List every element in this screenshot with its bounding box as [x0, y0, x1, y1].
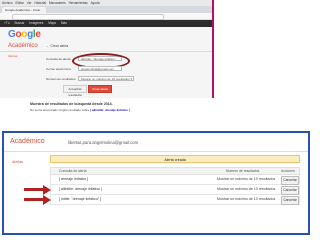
- pointer-arrow-shaft: [24, 198, 44, 201]
- create-alert-button[interactable]: Crear alerta: [88, 85, 112, 93]
- gbar-search[interactable]: Buscar: [14, 21, 24, 25]
- menu-view[interactable]: Ver: [27, 1, 32, 5]
- cancel-button[interactable]: Cancelar: [281, 176, 299, 185]
- cancel-button[interactable]: Cancelar: [281, 196, 299, 205]
- google-logo: Google: [8, 29, 41, 40]
- alert-count-text: Mostrar un máximo de 10 resultados: [217, 177, 276, 181]
- alert-created-message: Alerta creada: [50, 155, 300, 163]
- cancel-button[interactable]: Cancelar: [281, 186, 299, 195]
- page-title: Crear alerta: [50, 44, 69, 48]
- menu-file[interactable]: Archivo: [2, 1, 13, 5]
- gbar-plus-you[interactable]: +Tú: [4, 21, 10, 25]
- query-label: Consulta de alerta:: [46, 57, 72, 61]
- table-row: [ drenaje linfatico ] Mostrar un máximo …: [50, 175, 300, 185]
- menu-history[interactable]: Historial: [34, 1, 46, 5]
- arrow-left-icon: ←: [46, 44, 50, 48]
- menu-help[interactable]: Ayuda: [91, 1, 100, 5]
- count-label: Número de resultados:: [46, 77, 77, 81]
- academico-brand: Académico: [10, 138, 45, 145]
- alert-query-link[interactable]: [ drenaje linfatico ]: [59, 175, 88, 184]
- table-row: [ allintitle: drenaje linfatico ] Mostra…: [50, 185, 300, 195]
- col-query: Consulta de alerta: [59, 169, 87, 173]
- sidebar-alerts[interactable]: Alertas: [8, 54, 17, 58]
- col-count: Número de resultados: [226, 169, 260, 173]
- results-count-select[interactable]: Mostrar un máximo de 10 resultados ▾: [78, 76, 134, 81]
- chevron-down-icon: ▾: [130, 77, 132, 81]
- results-count-value: Mostrar un máximo de 10 resultados: [81, 77, 130, 81]
- divider: [0, 51, 212, 52]
- gbar-images[interactable]: Imágenes: [29, 21, 43, 25]
- no-results-query: [ allintitle: drenaje linfatico ]: [90, 108, 130, 112]
- alerts-table-header: Consulta de alerta Número de resultados …: [50, 167, 300, 175]
- gbar-more[interactable]: Más: [61, 21, 67, 25]
- google-bar: +Tú Buscar Imágenes Maps Más: [0, 20, 212, 27]
- col-actions: Acciones: [281, 169, 295, 173]
- arrow-right-icon: [43, 194, 51, 205]
- academico-brand: Académico: [8, 43, 38, 49]
- menu-edit[interactable]: Editar: [16, 1, 24, 5]
- divider: [4, 151, 308, 152]
- no-results-note: No se ha encontrado ningún resultado sob…: [30, 108, 130, 112]
- back-to-alerts[interactable]: ← Crear alerta: [46, 44, 68, 48]
- email-label: Correo electrónico:: [46, 67, 72, 71]
- email-input[interactable]: angelmolina@gmail.com: [78, 66, 122, 71]
- no-results-text: No se ha encontrado ningún resultado sob…: [30, 108, 90, 112]
- results-sample-heading: Muestra de resultados de búsqueda desde …: [30, 102, 113, 106]
- gbar-maps[interactable]: Maps: [48, 21, 56, 25]
- account-email: libertas.para.angelmolina@gmail.com: [68, 140, 139, 145]
- menu-bookmarks[interactable]: Marcadores: [49, 1, 66, 5]
- sidebar-alerts[interactable]: Alertas: [12, 160, 23, 164]
- table-row: [ intitle: "drenaje linfatico" ] Mostrar…: [50, 195, 300, 205]
- alert-query-link[interactable]: [ allintitle: drenaje linfatico ]: [59, 185, 102, 194]
- alert-count-text: Mostrar un máximo de 10 resultados: [217, 187, 276, 191]
- menu-tools[interactable]: Herramientas: [69, 1, 88, 5]
- update-results-button[interactable]: Actualizar resultados: [63, 85, 87, 97]
- alert-count-text: Mostrar un máximo de 10 resultados: [217, 197, 276, 201]
- pointer-arrow-shaft: [24, 188, 44, 191]
- arrow-right-icon: [43, 184, 51, 195]
- alert-query-link[interactable]: [ intitle: "drenaje linfatico" ]: [59, 195, 101, 204]
